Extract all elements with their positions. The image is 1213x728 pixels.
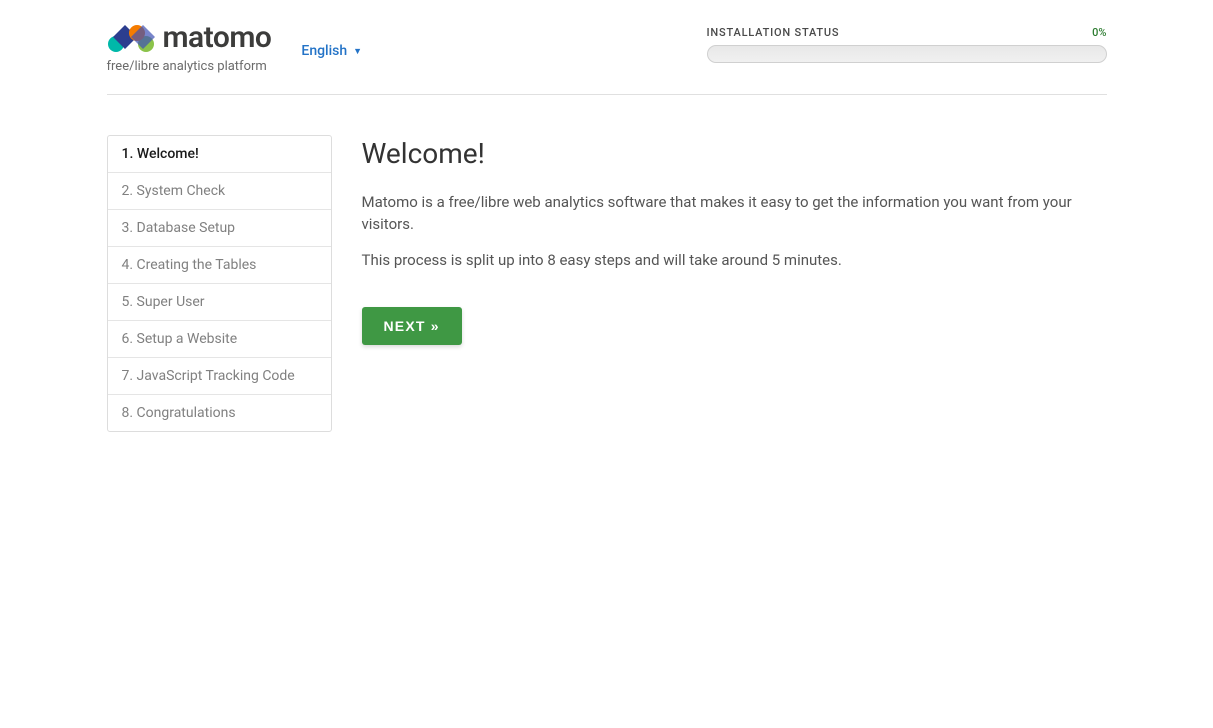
content: 1. Welcome! 2. System Check 3. Database … bbox=[107, 135, 1107, 432]
header: matomo free/libre analytics platform Eng… bbox=[107, 20, 1107, 95]
matomo-cloud-icon bbox=[107, 23, 155, 53]
step-creating-tables[interactable]: 4. Creating the Tables bbox=[108, 247, 331, 284]
logo: matomo bbox=[107, 20, 272, 55]
brand-tagline: free/libre analytics platform bbox=[107, 59, 272, 74]
sidebar: 1. Welcome! 2. System Check 3. Database … bbox=[107, 135, 332, 432]
status-label: INSTALLATION STATUS bbox=[707, 26, 840, 39]
step-welcome[interactable]: 1. Welcome! bbox=[108, 136, 331, 173]
brand-name: matomo bbox=[163, 20, 272, 55]
step-setup-website[interactable]: 6. Setup a Website bbox=[108, 321, 331, 358]
page-title: Welcome! bbox=[362, 137, 1107, 170]
step-tracking-code[interactable]: 7. JavaScript Tracking Code bbox=[108, 358, 331, 395]
chevron-down-icon: ▼ bbox=[353, 46, 362, 57]
intro-paragraph-1: Matomo is a free/libre web analytics sof… bbox=[362, 192, 1107, 236]
step-congratulations[interactable]: 8. Congratulations bbox=[108, 395, 331, 431]
intro-paragraph-2: This process is split up into 8 easy ste… bbox=[362, 250, 1107, 272]
progress-bar bbox=[707, 45, 1107, 63]
installation-status: INSTALLATION STATUS 0% bbox=[707, 26, 1107, 63]
step-system-check[interactable]: 2. System Check bbox=[108, 173, 331, 210]
logo-block: matomo free/libre analytics platform bbox=[107, 20, 272, 74]
step-database-setup[interactable]: 3. Database Setup bbox=[108, 210, 331, 247]
status-percent: 0% bbox=[1092, 26, 1106, 39]
steps-list: 1. Welcome! 2. System Check 3. Database … bbox=[107, 135, 332, 432]
language-selector[interactable]: English ▼ bbox=[301, 43, 362, 59]
header-left: matomo free/libre analytics platform Eng… bbox=[107, 20, 363, 74]
step-super-user[interactable]: 5. Super User bbox=[108, 284, 331, 321]
main-content: Welcome! Matomo is a free/libre web anal… bbox=[362, 135, 1107, 432]
language-current: English bbox=[301, 43, 347, 59]
next-button[interactable]: NEXT » bbox=[362, 307, 462, 345]
